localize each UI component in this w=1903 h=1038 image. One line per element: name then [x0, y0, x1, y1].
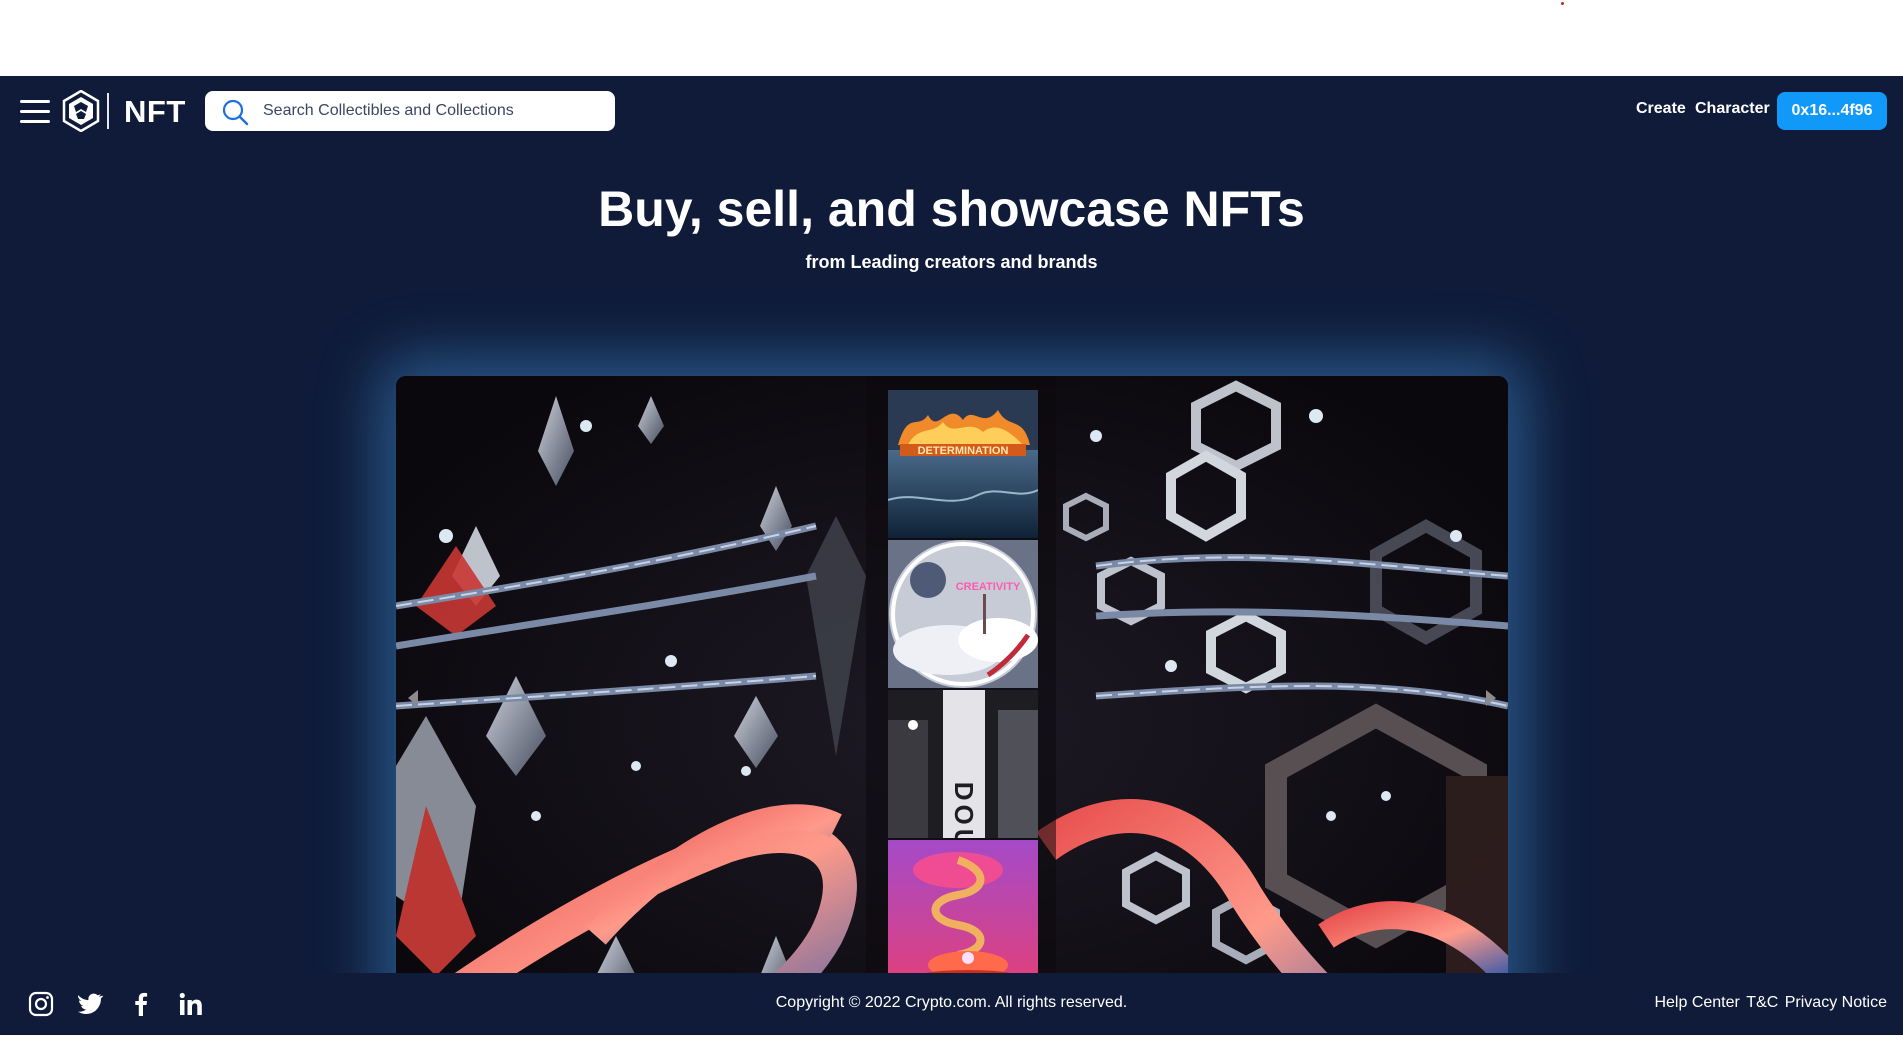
hero-banner[interactable]: DETERMINATION CREATIVITY DOUBT — [396, 376, 1508, 1035]
thumb-label-3: DOUBT — [949, 782, 979, 838]
crypto-logo-icon[interactable] — [62, 90, 100, 132]
search-icon — [222, 99, 249, 126]
footer-links: Help Center T&C Privacy Notice — [1652, 994, 1887, 1012]
thumbnail-fire-ocean[interactable]: DETERMINATION — [888, 390, 1038, 538]
search-bar[interactable] — [205, 91, 615, 131]
brand-title[interactable]: NFT — [124, 94, 186, 130]
thumbnail-cloud-sign[interactable]: CREATIVITY — [888, 540, 1038, 688]
help-center-link[interactable]: Help Center — [1654, 994, 1739, 1011]
spiral-staircase-artwork-icon — [888, 840, 1038, 988]
red-dot — [1561, 2, 1564, 5]
thumb-label-2: CREATIVITY — [956, 581, 1021, 593]
thumbnail-doubt-tower[interactable]: DOUBT — [888, 690, 1038, 838]
terms-link[interactable]: T&C — [1746, 994, 1778, 1011]
hero-subtitle: from Leading creators and brands — [805, 252, 1098, 272]
fire-ocean-artwork-icon: DETERMINATION — [888, 390, 1038, 538]
cloud-sign-artwork-icon: CREATIVITY — [888, 540, 1038, 688]
nav-create-link[interactable]: Create — [1636, 100, 1686, 118]
browser-blank-area — [0, 0, 1903, 76]
search-input[interactable] — [263, 96, 603, 126]
top-nav: NFT Create Character 0x16...4f96 — [0, 76, 1903, 146]
carousel-next-arrow-icon[interactable] — [1480, 686, 1500, 710]
thumb-label-1: DETERMINATION — [918, 445, 1009, 457]
copyright-text: Copyright © 2022 Crypto.com. All rights … — [775, 994, 1128, 1011]
footer: Copyright © 2022 Crypto.com. All rights … — [0, 973, 1903, 1035]
nav-character-link[interactable]: Character — [1695, 100, 1770, 118]
wallet-address-button[interactable]: 0x16...4f96 — [1777, 92, 1887, 130]
carousel-prev-arrow-icon[interactable] — [404, 686, 424, 710]
hamburger-menu-icon[interactable] — [20, 100, 50, 124]
logo-divider — [107, 93, 109, 129]
hero-title: Buy, sell, and showcase NFTs — [598, 181, 1305, 237]
thumbnail-spiral-staircase[interactable] — [888, 840, 1038, 988]
nft-app: NFT Create Character 0x16...4f96 Buy, se… — [0, 76, 1903, 1035]
privacy-notice-link[interactable]: Privacy Notice — [1785, 994, 1887, 1011]
doubt-tower-artwork-icon: DOUBT — [888, 690, 1038, 838]
